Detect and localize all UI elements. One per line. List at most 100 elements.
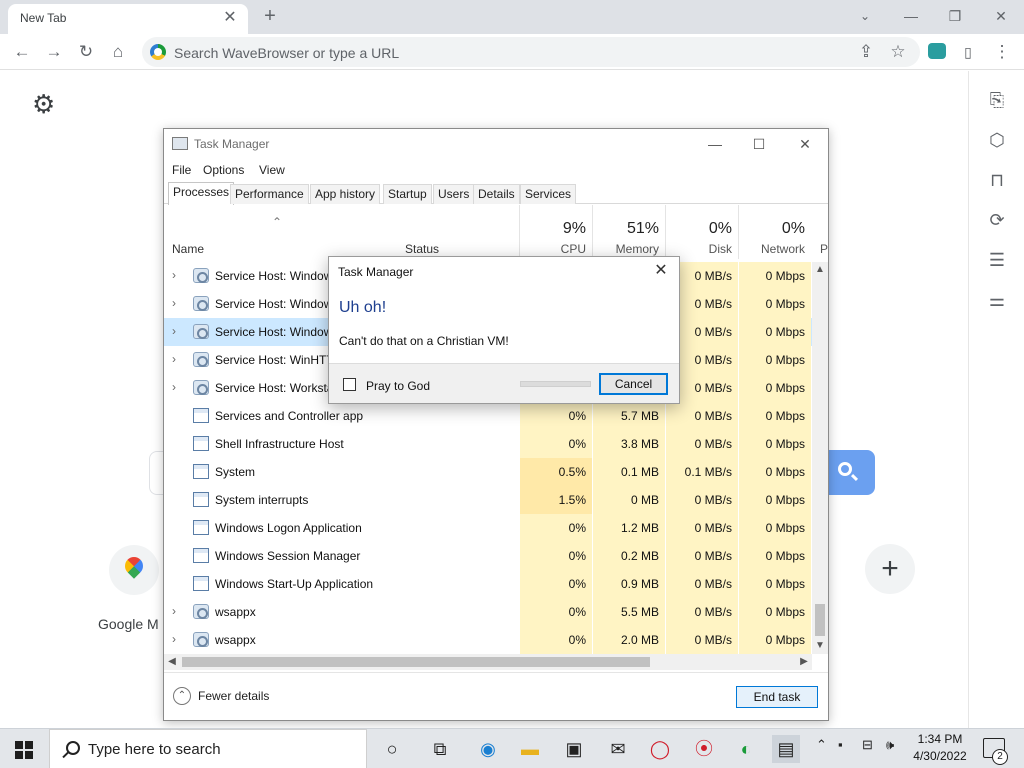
new-tab-button[interactable]: + — [258, 4, 282, 28]
tray-app-icon[interactable]: ▪ — [838, 737, 843, 752]
cancel-button[interactable]: Cancel — [599, 373, 668, 395]
tab-search-chevron-icon[interactable]: ⌄ — [842, 2, 888, 30]
cell-disk-value: 0 MB/s — [694, 325, 732, 339]
tm-close-button[interactable]: ✕ — [791, 133, 819, 155]
table-row[interactable]: › wsappx 0% 2.0 MB 0 MB/s 0 Mbps — [164, 626, 812, 654]
expand-chevron-icon[interactable]: › — [172, 296, 176, 310]
table-row[interactable]: Shell Infrastructure Host 0% 3.8 MB 0 MB/s 0… — [164, 430, 812, 458]
service-gear-icon — [193, 380, 209, 395]
expand-chevron-icon[interactable]: › — [172, 352, 176, 366]
cortana-icon[interactable]: ○ — [378, 735, 406, 763]
reload-button[interactable]: ↻ — [72, 38, 100, 66]
add-shortcut-button[interactable]: + — [865, 544, 915, 594]
dialog-close-icon[interactable]: ✕ — [651, 261, 671, 281]
sync-icon[interactable]: ⟳ — [985, 208, 1009, 232]
extension-icon[interactable] — [928, 43, 946, 59]
horizontal-scroll-thumb[interactable] — [182, 657, 650, 667]
col-status[interactable]: Status — [405, 242, 439, 256]
tab-services[interactable]: Services — [520, 184, 577, 204]
mail-icon[interactable]: ✉ — [604, 735, 632, 763]
menu-options[interactable]: Options — [203, 163, 244, 177]
profile-icon[interactable]: ▯ — [954, 38, 982, 66]
bookmarks-icon[interactable]: ⎘ — [985, 88, 1009, 112]
cell-cpu-value: 0% — [568, 437, 586, 451]
network-icon[interactable]: ⊟ — [862, 737, 873, 753]
taskbar-search[interactable]: Type here to search — [49, 729, 367, 768]
scroll-left-icon[interactable]: ◀ — [164, 654, 180, 670]
fewer-details-link[interactable]: Fewer details — [198, 689, 269, 703]
scroll-right-icon[interactable]: ▶ — [796, 654, 812, 670]
table-row[interactable]: Windows Session Manager 0% 0.2 MB 0 MB/s 0 M… — [164, 542, 812, 570]
back-button[interactable]: ← — [8, 38, 36, 66]
tab-startup[interactable]: Startup — [383, 184, 432, 204]
vertical-scroll-thumb[interactable] — [815, 604, 825, 636]
tm-minimize-button[interactable]: — — [701, 133, 729, 155]
edge-icon[interactable]: ◉ — [474, 735, 502, 763]
tab-performance[interactable]: Performance — [230, 184, 309, 204]
col-network[interactable]: 0% Network — [738, 205, 811, 259]
tm-maximize-button[interactable]: ☐ — [745, 133, 773, 155]
horizontal-scrollbar[interactable]: ◀ ▶ — [164, 654, 812, 670]
table-row[interactable]: › wsappx 0% 5.5 MB 0 MB/s 0 Mbps — [164, 598, 812, 626]
table-row[interactable]: Services and Controller app 0% 5.7 MB 0 MB/… — [164, 402, 812, 430]
pray-checkbox[interactable] — [343, 378, 356, 391]
volume-icon[interactable]: 🕪 — [886, 737, 894, 753]
sliders-icon[interactable]: ⚌ — [985, 288, 1009, 312]
box-icon[interactable]: ⬡ — [985, 128, 1009, 152]
table-row[interactable]: System interrupts 1.5% 0 MB 0 MB/s 0 Mbps — [164, 486, 812, 514]
close-window-button[interactable]: ✕ — [978, 2, 1024, 30]
expand-chevron-icon[interactable]: › — [172, 268, 176, 282]
expand-chevron-icon[interactable]: › — [172, 604, 176, 618]
expand-chevron-icon[interactable]: › — [172, 632, 176, 646]
address-bar[interactable]: Search WaveBrowser or type a URL — [142, 37, 920, 67]
tab-users[interactable]: Users — [433, 184, 475, 204]
tab-close-icon[interactable]: ✕ — [220, 8, 240, 28]
col-cpu[interactable]: 9% CPU — [519, 205, 592, 259]
wavebrowser-taskbar-icon[interactable]: ◐ — [732, 735, 760, 763]
col-memory[interactable]: 51% Memory — [592, 205, 665, 259]
menu-dots-icon[interactable]: ⋮ — [988, 38, 1016, 66]
share-icon[interactable]: ⇪ — [852, 38, 880, 66]
menu-file[interactable]: File — [172, 163, 191, 177]
browser-tab[interactable]: New Tab ✕ — [8, 4, 248, 34]
file-explorer-icon[interactable]: ▬ — [516, 735, 544, 763]
tab-processes[interactable]: Processes — [168, 182, 235, 205]
start-windows-icon[interactable] — [15, 741, 33, 759]
clock[interactable]: 1:34 PM 4/30/2022 — [912, 731, 968, 765]
tab-app-history[interactable]: App history — [310, 184, 381, 204]
shopping-bag-icon[interactable]: ⊓ — [985, 168, 1009, 192]
store-icon[interactable]: ▣ — [560, 735, 588, 763]
expand-chevron-icon[interactable]: › — [172, 324, 176, 338]
table-row[interactable]: Windows Start-Up Application 0% 0.9 MB 0 MB… — [164, 570, 812, 598]
task-view-icon[interactable]: ⧉ — [426, 735, 454, 763]
scroll-down-icon[interactable]: ▼ — [812, 638, 828, 654]
opera-icon[interactable]: ◯ — [646, 735, 674, 763]
network-percent: 0% — [781, 220, 805, 237]
fewer-details-chevron-icon[interactable]: ⌃ — [173, 687, 191, 705]
menu-view[interactable]: View — [259, 163, 285, 177]
scroll-up-icon[interactable]: ▲ — [812, 262, 828, 278]
task-manager-taskbar-icon[interactable]: ▤ — [772, 735, 800, 763]
restore-button[interactable]: ❐ — [932, 2, 978, 30]
expand-chevron-icon[interactable]: › — [172, 380, 176, 394]
settings-gear-icon[interactable]: ⚙ — [32, 91, 55, 117]
vertical-scrollbar[interactable]: ▲ ▼ — [812, 262, 828, 654]
forward-button[interactable]: → — [40, 38, 68, 66]
end-task-button[interactable]: End task — [736, 686, 818, 708]
tab-details[interactable]: Details — [473, 184, 520, 204]
col-disk[interactable]: 0% Disk — [665, 205, 738, 259]
table-row[interactable]: Windows Logon Application 0% 1.2 MB 0 MB/s 0… — [164, 514, 812, 542]
record-icon[interactable]: ⦿ — [690, 735, 718, 763]
table-row[interactable]: System 0.5% 0.1 MB 0.1 MB/s 0 Mbps — [164, 458, 812, 486]
pray-checkbox-label[interactable]: Pray to God — [366, 379, 430, 393]
shortcut-google-maps[interactable] — [109, 545, 159, 595]
col-power-truncated[interactable]: P — [820, 242, 828, 256]
home-button[interactable]: ⌂ — [104, 38, 132, 66]
bookmark-star-icon[interactable]: ☆ — [884, 38, 912, 66]
minimize-button[interactable]: — — [888, 2, 934, 30]
cell-network: 0 Mbps — [738, 486, 811, 514]
col-name[interactable]: Name — [172, 242, 204, 256]
tray-chevron-icon[interactable]: ⌃ — [816, 737, 827, 753]
task-manager-titlebar[interactable]: Task Manager — ☐ ✕ — [164, 129, 828, 159]
checklist-icon[interactable]: ☰ — [985, 248, 1009, 272]
